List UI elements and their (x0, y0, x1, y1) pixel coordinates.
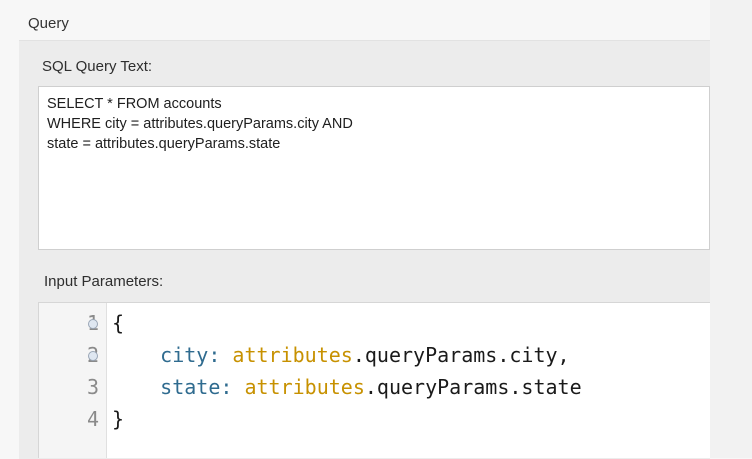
sql-query-text[interactable]: SELECT * FROM accounts WHERE city = attr… (47, 94, 353, 154)
code-text[interactable]: city: attributes.queryParams.city, (112, 343, 569, 367)
section-title: Query (28, 15, 69, 32)
code-line[interactable]: 1 { (39, 311, 710, 341)
code-line[interactable]: 3 state: attributes.queryParams.state (39, 375, 710, 405)
code-line[interactable]: 2 city: attributes.queryParams.city, (39, 343, 710, 373)
line-number: 3 (86, 375, 99, 399)
sql-query-textarea[interactable]: SELECT * FROM accounts WHERE city = attr… (38, 86, 710, 250)
sql-query-label: SQL Query Text: (42, 58, 153, 75)
input-parameters-label: Input Parameters: (44, 273, 164, 290)
code-text[interactable]: } (112, 407, 124, 431)
line-number: 4 (86, 407, 99, 431)
code-text[interactable]: { (112, 311, 124, 335)
right-strip (710, 0, 752, 458)
code-line[interactable]: 4 } (39, 407, 710, 437)
input-parameters-editor[interactable]: 1 { 2 city: attributes.queryParams.city,… (38, 302, 710, 458)
fold-toggle-icon[interactable] (88, 319, 98, 329)
code-text[interactable]: state: attributes.queryParams.state (112, 375, 581, 399)
fold-toggle-icon[interactable] (88, 351, 98, 361)
